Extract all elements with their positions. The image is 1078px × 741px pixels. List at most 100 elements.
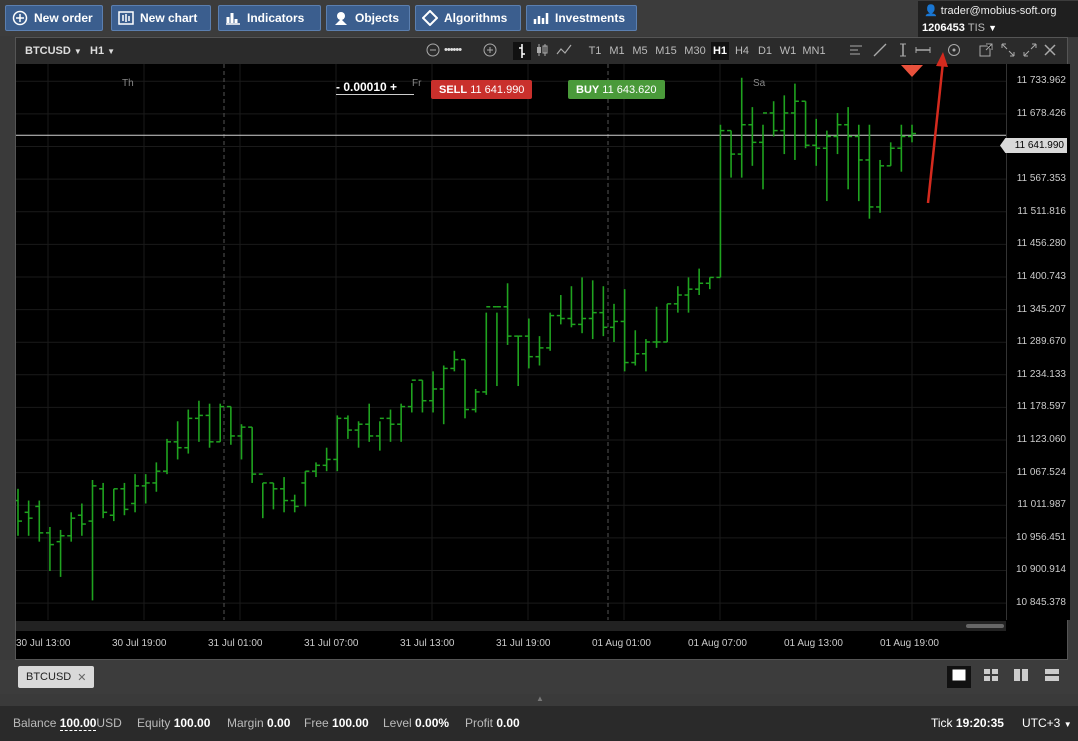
ohlc-bar [833, 112, 842, 155]
buy-button[interactable]: BUY 11 643.620 [568, 80, 665, 99]
candle-type-icon[interactable] [535, 43, 549, 60]
crosshair-icon[interactable] [947, 43, 961, 60]
ohlc-bar [322, 447, 331, 472]
lot-size-input[interactable]: - 0.00010 + [336, 80, 414, 95]
ohlc-bar [237, 424, 246, 460]
price-tick-label: 11 234.133 [1016, 368, 1066, 380]
equity-label: Equity [137, 716, 171, 730]
timeframe-h4-button[interactable]: H4 [732, 42, 752, 60]
timeframe-d1-button[interactable]: D1 [755, 42, 775, 60]
vertical-line-icon[interactable] [896, 43, 910, 60]
account-email-row: 👤 trader@mobius-soft.org [924, 4, 1056, 17]
timeframe-m15-button[interactable]: M15 [653, 42, 679, 60]
ohlc-bar [312, 462, 320, 478]
zoom-in-icon[interactable] [483, 43, 497, 60]
layout-grid-button[interactable] [979, 666, 1003, 688]
balance-status: Balance 100.00USD [13, 716, 122, 731]
chart-scrollbar[interactable] [16, 621, 1006, 631]
ohlc-bar [386, 409, 395, 442]
time-tick-label: 01 Aug 13:00 [784, 638, 843, 649]
timezone-selector[interactable]: UTC+3 ▼ [1022, 716, 1072, 730]
account-panel[interactable]: 👤 trader@mobius-soft.org 1206453 TIS ▼ [918, 1, 1078, 37]
scrollbar-thumb[interactable] [966, 624, 1004, 628]
symbol-selector[interactable]: BTCUSD ▼ [25, 45, 82, 57]
time-tick-label: 30 Jul 19:00 [112, 638, 167, 649]
bar-type-icon[interactable] [513, 42, 531, 60]
account-selector[interactable]: 1206453 TIS ▼ [922, 22, 997, 34]
close-tab-icon[interactable]: ✕ [77, 671, 86, 684]
timeframe-mn1-button[interactable]: MN1 [801, 42, 827, 60]
chevron-down-icon: ▼ [988, 23, 997, 33]
layout-single-button[interactable] [947, 666, 971, 688]
timeframe-m1-button[interactable]: M1 [607, 42, 627, 60]
ohlc-bar [546, 312, 555, 351]
ohlc-bar [801, 100, 810, 149]
ohlc-bar [216, 403, 225, 443]
timeframe-h1-button[interactable]: H1 [711, 42, 729, 60]
buy-price: 11 643.620 [602, 83, 657, 96]
investments-button[interactable]: Investments [526, 5, 637, 31]
timeframe-t1-button[interactable]: T1 [586, 42, 604, 60]
layout-horizontal-button[interactable] [1040, 666, 1064, 688]
ohlc-bar [290, 494, 299, 513]
objects-button[interactable]: Objects [326, 5, 410, 31]
chart-tab-btcusd[interactable]: BTCUSD ✕ [18, 666, 94, 688]
restore-icon[interactable] [1001, 43, 1015, 60]
price-tick-label: 11 067.524 [1016, 466, 1066, 478]
horizontal-line-icon[interactable] [915, 43, 931, 60]
popout-icon[interactable] [979, 43, 993, 60]
algorithms-button[interactable]: Algorithms [415, 5, 521, 31]
trendline-icon[interactable] [873, 43, 887, 60]
new-chart-button[interactable]: New chart [111, 5, 211, 31]
price-tick-label: 11 678.426 [1016, 107, 1066, 119]
algorithms-label: Algorithms [444, 11, 508, 25]
sell-button[interactable]: SELL 11 641.990 [431, 80, 533, 99]
ohlc-bar [120, 482, 129, 516]
ohlc-bar [429, 371, 438, 413]
ohlc-bar [695, 268, 704, 296]
maximize-icon[interactable] [1023, 43, 1037, 60]
timeframe-m30-button[interactable]: M30 [682, 42, 708, 60]
zoom-out-icon[interactable] [426, 43, 440, 60]
ohlc-bar [737, 77, 746, 178]
ohlc-bar [759, 112, 767, 190]
ohlc-bar [876, 159, 885, 213]
price-tick-label: 11 400.743 [1016, 270, 1066, 282]
ohlc-bar [35, 500, 44, 542]
objects-icon [333, 10, 349, 26]
ohlc-bar [790, 83, 799, 160]
new-order-button[interactable]: New order [5, 5, 103, 31]
time-tick-label: 31 Jul 01:00 [208, 638, 263, 649]
sell-price: 11 641.990 [470, 83, 525, 96]
timeframe-w1-button[interactable]: W1 [778, 42, 798, 60]
line-type-icon[interactable] [556, 43, 572, 60]
panel-divider[interactable]: ▲ [0, 694, 1078, 706]
chart-tab-label: BTCUSD [26, 671, 72, 683]
ohlc-bar [897, 124, 906, 172]
fibonacci-icon[interactable] [849, 43, 863, 60]
ohlc-bar [471, 388, 480, 413]
price-tick-label: 10 845.378 [1015, 597, 1066, 609]
timeframe-selector[interactable]: H1 ▼ [90, 45, 115, 57]
ohlc-bar [492, 306, 501, 387]
timeframe-m5-button[interactable]: M5 [630, 42, 650, 60]
price-tick-label: 11 178.597 [1016, 401, 1066, 413]
close-icon[interactable] [1043, 43, 1057, 60]
time-tick-label: 31 Jul 13:00 [400, 638, 455, 649]
account-email: trader@mobius-soft.org [940, 5, 1057, 17]
ohlc-bar [567, 286, 576, 328]
time-tick-label: 31 Jul 19:00 [496, 638, 551, 649]
ohlc-bar [514, 335, 523, 387]
indicators-button[interactable]: Indicators [218, 5, 321, 31]
price-tick-label: 11 511.816 [1017, 205, 1066, 217]
balance-label: Balance [13, 716, 57, 730]
ohlc-bar [684, 277, 693, 313]
profit-status: Profit 0.00 [465, 716, 520, 730]
price-plot[interactable] [14, 64, 1006, 620]
investments-label: Investments [555, 11, 626, 25]
ohlc-bar [503, 283, 512, 345]
layout-vertical-button[interactable] [1009, 666, 1033, 688]
status-bar: Balance 100.00USD Equity 100.00 Margin 0… [0, 706, 1078, 741]
current-price-tag: 11 641.990 [1000, 138, 1067, 153]
rows-icon [1045, 668, 1059, 686]
